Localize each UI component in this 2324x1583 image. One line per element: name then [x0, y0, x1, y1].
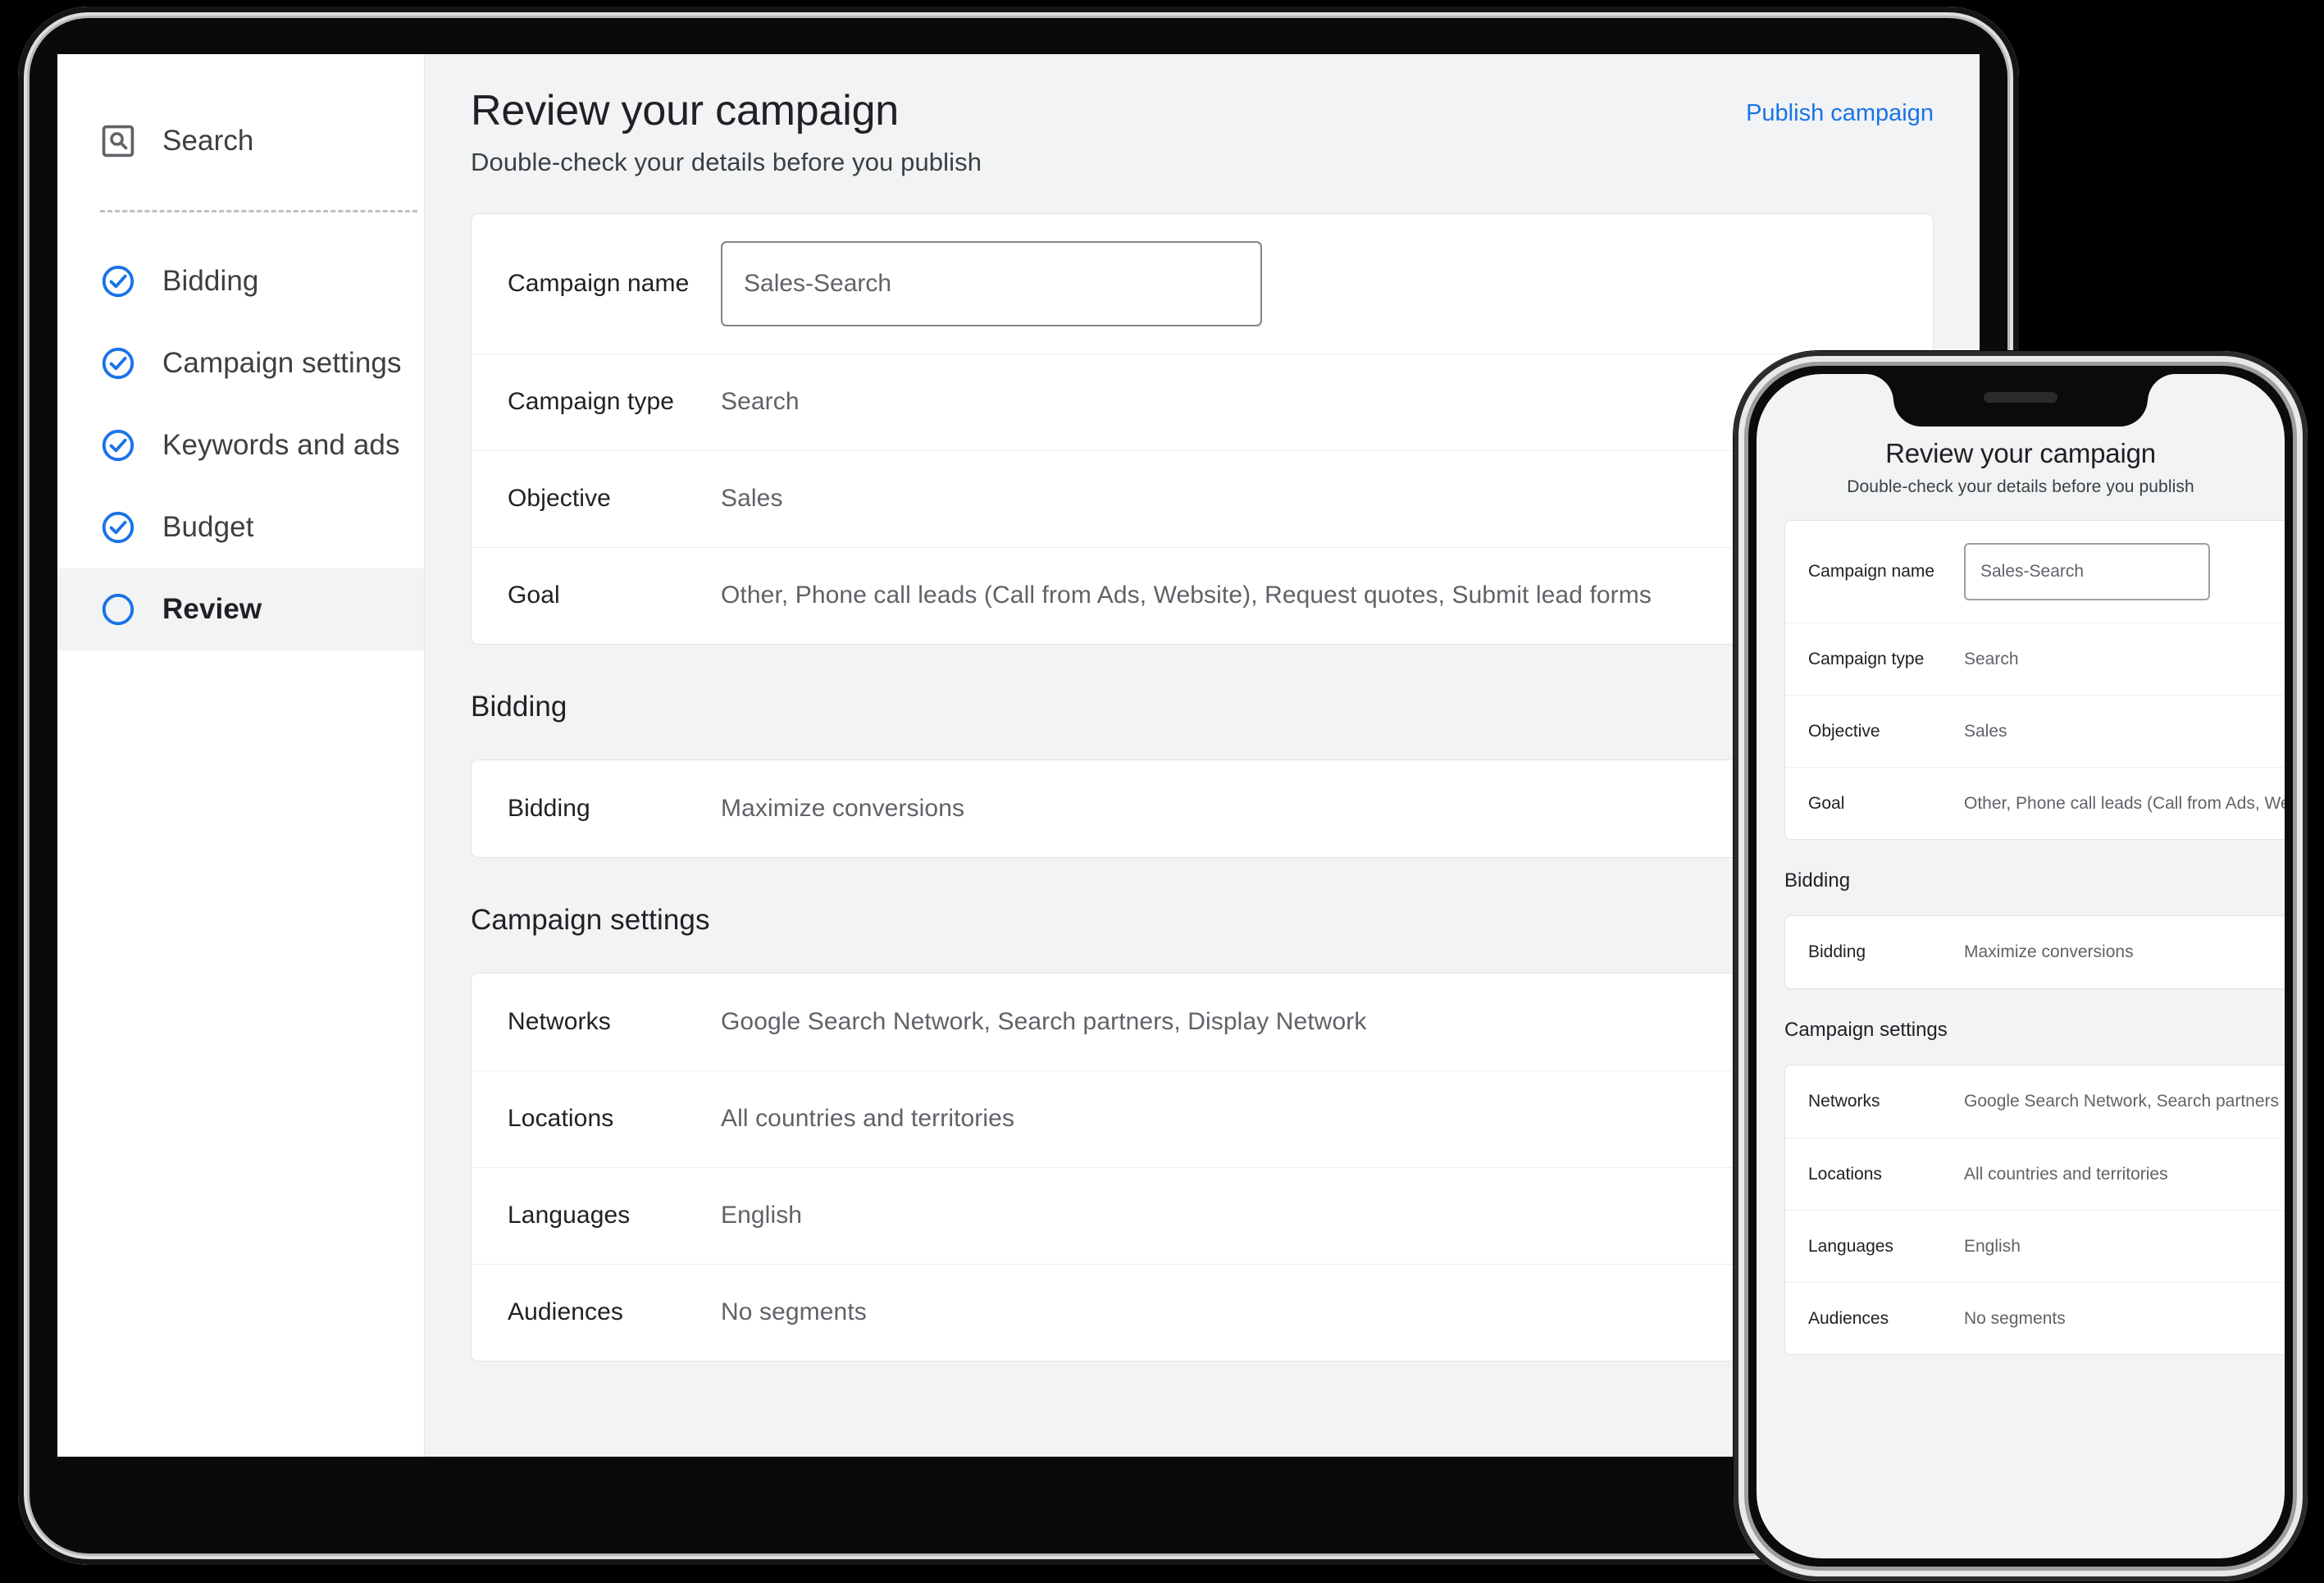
sidebar-item-label: Campaign settings: [162, 347, 402, 379]
search-box-icon: [100, 123, 136, 159]
table-row: Languages English: [472, 1166, 1933, 1264]
sidebar-item-campaign-settings[interactable]: Campaign settings: [57, 322, 424, 404]
list-item: Audiences No segments: [1785, 1282, 2285, 1354]
phone-audiences-label: Audiences: [1808, 1308, 1889, 1328]
bidding-label: Bidding: [508, 794, 590, 822]
phone-goal-label: Goal: [1808, 793, 1845, 813]
objective-value: Sales: [721, 485, 783, 513]
publish-campaign-link[interactable]: Publish campaign: [1746, 100, 1934, 127]
page-subtitle: Double-check your details before you pub…: [471, 147, 982, 176]
goal-value: Other, Phone call leads (Call from Ads, …: [721, 582, 1652, 609]
phone-screen: Review your campaign Double-check your d…: [1757, 374, 2285, 1558]
phone-campaign-settings-section-heading: Campaign settings: [1784, 1019, 1948, 1041]
phone-objective-value: Sales: [1964, 721, 2007, 741]
phone-campaign-name-label: Campaign name: [1808, 562, 1935, 581]
phone-page-title: Review your campaign: [1885, 438, 2156, 468]
list-item: Locations All countries and territories: [1785, 1138, 2285, 1210]
list-item: Networks Google Search Network, Search p…: [1785, 1065, 2285, 1138]
list-item: Objective Sales: [1785, 695, 2285, 767]
bidding-value: Maximize conversions: [721, 794, 965, 822]
sidebar-item-search[interactable]: Search: [57, 100, 424, 182]
sidebar-item-label: Budget: [162, 511, 254, 543]
page-header: Review your campaign Double-check your d…: [471, 87, 1934, 177]
check-circle-icon: [100, 263, 136, 299]
languages-value: English: [721, 1202, 803, 1229]
phone-campaign-type-value: Search: [1964, 649, 2019, 668]
bidding-section-heading: Bidding: [471, 690, 567, 723]
list-item: Languages English: [1785, 1210, 2285, 1282]
phone-bidding-card: Bidding Maximize conversions: [1784, 915, 2285, 989]
campaign-type-label: Campaign type: [508, 388, 675, 416]
sidebar-item-review[interactable]: Review: [57, 568, 424, 650]
campaign-type-value: Search: [721, 388, 800, 416]
languages-label: Languages: [508, 1202, 631, 1229]
phone-networks-label: Networks: [1808, 1092, 1880, 1111]
phone-notch-ear-right: [2148, 374, 2176, 402]
check-circle-icon: [100, 509, 136, 545]
table-row: Goal Other, Phone call leads (Call from …: [472, 546, 1933, 644]
sidebar-item-keywords-and-ads[interactable]: Keywords and ads: [57, 404, 424, 486]
phone-bidding-value: Maximize conversions: [1964, 942, 2134, 961]
screenshot-stage: Search Bidding Campaign settings Keyword…: [0, 0, 2324, 1583]
campaign-setup-sidebar: Search Bidding Campaign settings Keyword…: [57, 54, 425, 1457]
phone-locations-value: All countries and territories: [1964, 1164, 2168, 1184]
phone-locations-label: Locations: [1808, 1164, 1882, 1184]
phone-bidding-label: Bidding: [1808, 942, 1866, 961]
sidebar-item-label: Bidding: [162, 265, 259, 297]
table-row: Objective Sales: [472, 449, 1933, 547]
phone-review-content: Review your campaign Double-check your d…: [1757, 427, 2285, 1355]
phone-campaign-name-input[interactable]: Sales-Search: [1964, 543, 2210, 600]
phone-device-frame: Review your campaign Double-check your d…: [1734, 351, 2308, 1581]
sidebar-item-label: Review: [162, 593, 262, 625]
tablet-device-frame: Search Bidding Campaign settings Keyword…: [18, 7, 2019, 1565]
phone-languages-label: Languages: [1808, 1236, 1893, 1256]
objective-label: Objective: [508, 485, 611, 513]
campaign-name-label: Campaign name: [508, 269, 690, 297]
list-item: Campaign type Search: [1785, 623, 2285, 695]
table-row: Locations All countries and territories: [472, 1070, 1933, 1167]
tablet-screen: Search Bidding Campaign settings Keyword…: [57, 54, 1980, 1457]
sidebar-item-label: Search: [162, 125, 254, 157]
phone-campaign-type-label: Campaign type: [1808, 649, 1925, 668]
locations-value: All countries and territories: [721, 1105, 1015, 1133]
table-row: Campaign type Search: [472, 353, 1933, 450]
campaign-settings-section-heading: Campaign settings: [471, 903, 710, 936]
page-title: Review your campaign: [471, 87, 900, 135]
networks-value: Google Search Network, Search partners, …: [721, 1007, 1367, 1035]
check-circle-icon: [100, 345, 136, 381]
phone-speaker-icon: [1984, 392, 2057, 403]
phone-audiences-value: No segments: [1964, 1308, 2066, 1328]
phone-languages-value: English: [1964, 1236, 2021, 1256]
bidding-card: Bidding Maximize conversions: [471, 759, 1934, 858]
campaign-settings-card: Networks Google Search Network, Search p…: [471, 972, 1934, 1362]
table-row: Audiences No segments: [472, 1263, 1933, 1361]
empty-circle-icon: [100, 591, 136, 627]
list-item: Bidding Maximize conversions: [1785, 916, 2285, 988]
phone-bidding-section-heading: Bidding: [1784, 869, 1851, 892]
sidebar-item-label: Keywords and ads: [162, 429, 400, 461]
phone-campaign-details-card: Campaign name Sales-Search Campaign type…: [1784, 520, 2285, 840]
campaign-name-input[interactable]: Sales-Search: [721, 240, 1262, 326]
check-circle-icon: [100, 427, 136, 463]
audiences-value: No segments: [721, 1298, 867, 1326]
phone-page-subtitle: Double-check your details before you pub…: [1847, 477, 2194, 496]
phone-goal-value: Other, Phone call leads (Call from Ads, …: [1964, 793, 2285, 813]
sidebar-divider: [100, 210, 417, 212]
phone-objective-label: Objective: [1808, 721, 1880, 741]
table-row: Campaign name Sales-Search: [472, 214, 1933, 354]
goal-label: Goal: [508, 582, 560, 609]
list-item: Goal Other, Phone call leads (Call from …: [1785, 767, 2285, 839]
phone-notch-ear-left: [1866, 374, 1893, 402]
campaign-details-card: Campaign name Sales-Search Campaign type…: [471, 212, 1934, 645]
sidebar-item-budget[interactable]: Budget: [57, 486, 424, 568]
locations-label: Locations: [508, 1105, 614, 1133]
phone-campaign-settings-card: Networks Google Search Network, Search p…: [1784, 1065, 2285, 1355]
table-row: Bidding Maximize conversions: [472, 760, 1933, 857]
audiences-label: Audiences: [508, 1298, 623, 1326]
list-item: Campaign name Sales-Search: [1785, 521, 2285, 623]
table-row: Networks Google Search Network, Search p…: [472, 974, 1933, 1070]
sidebar-item-bidding[interactable]: Bidding: [57, 240, 424, 322]
phone-networks-value: Google Search Network, Search partners: [1964, 1092, 2280, 1111]
networks-label: Networks: [508, 1007, 611, 1035]
